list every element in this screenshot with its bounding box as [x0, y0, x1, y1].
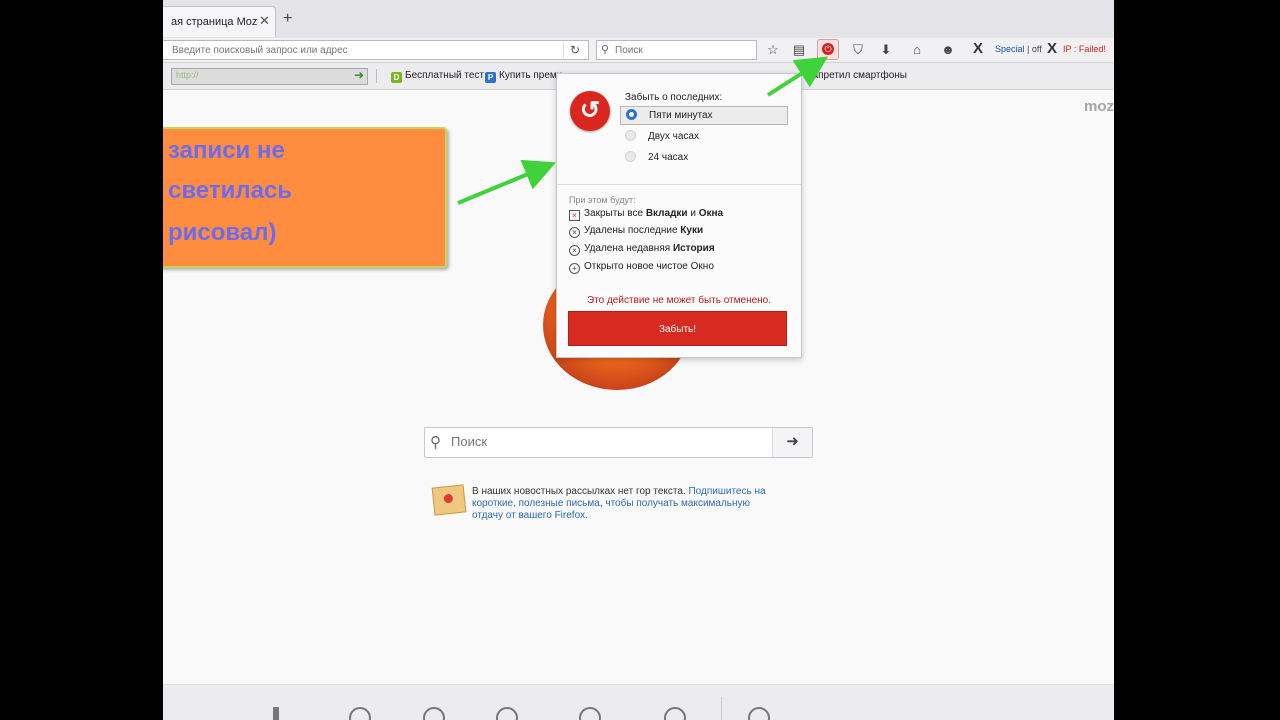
bottom-bar-icon-6[interactable] [664, 707, 686, 720]
pocket-icon[interactable]: ⛉ [848, 41, 868, 59]
result-text: Закрыты все [584, 208, 646, 219]
snippet-text: В наших новостных рассылках нет гор текс… [472, 486, 782, 522]
radio-selected[interactable] [626, 109, 637, 120]
bookmark-url-text: http:// [176, 70, 199, 80]
result-text: Удалена недавняя [584, 243, 673, 254]
tab-strip: ая страница Mozilla ... ✕ + [163, 0, 1114, 39]
close-x-icon[interactable]: X [973, 40, 983, 57]
video-overlay-note: записи не светилась рисовал) [163, 127, 447, 268]
search-input[interactable] [615, 42, 750, 58]
browser-window: ая страница Mozilla ... ✕ + ↻ ⚲ ☆ ▤ ⏻ ⛉ … [163, 0, 1114, 720]
bottom-bar-icon-1[interactable] [273, 707, 279, 720]
result-bold: Куки [680, 225, 704, 236]
snippet-body: В наших новостных рассылках нет гор текс… [472, 486, 689, 497]
result-bold: Вкладки [645, 208, 688, 219]
bookmark-buy-premium[interactable]: P Купить преми [485, 70, 562, 83]
special-off: | off [1024, 44, 1042, 54]
bookmark-label: запретил смартфоны [808, 70, 907, 81]
option-five-minutes[interactable]: Пяти минутах [620, 106, 788, 125]
results-heading: При этом будут: [569, 195, 636, 205]
overlay-line-3: рисовал) [168, 219, 277, 246]
option-label: Двух часах [648, 131, 699, 142]
option-label: Пяти минутах [649, 110, 713, 121]
option-24-hours[interactable]: 24 часах [620, 149, 786, 166]
close-window-icon: × [569, 210, 580, 221]
bottom-bar-icon-5[interactable] [579, 707, 601, 720]
reload-icon[interactable]: ↻ [563, 42, 586, 58]
result-text: Открыто новое чистое Окно [584, 261, 714, 272]
forget-panel: ↺ Забыть о последних: Пяти минутах Двух … [556, 73, 802, 358]
bookmark-label: Бесплатный тест [405, 70, 484, 81]
special-label: Special [995, 44, 1025, 54]
special-toggle[interactable]: Special | off [995, 44, 1042, 54]
home-icon[interactable]: ⌂ [907, 41, 927, 59]
close-x-icon-2[interactable]: X [1047, 40, 1057, 57]
radio[interactable] [625, 151, 636, 162]
search-go-arrow-icon[interactable]: ➜ [772, 428, 812, 457]
page-search-box[interactable]: ⚲ ➜ [424, 427, 813, 458]
go-arrow-icon[interactable]: ➜ [354, 68, 364, 82]
cookie-icon: × [569, 227, 580, 238]
bottom-toolbar [163, 684, 1114, 720]
history-icon: × [569, 245, 580, 256]
page-search-input[interactable] [451, 434, 751, 449]
result-text: и [687, 208, 699, 219]
tab-title: ая страница Mozilla ... [171, 16, 257, 28]
forget-heading: Забыть о последних: [625, 92, 723, 103]
download-icon[interactable]: ⬇ [876, 41, 896, 59]
bookmark-d-icon: D [391, 72, 402, 83]
bottom-bar-icon-2[interactable] [349, 707, 371, 720]
new-tab-button[interactable]: + [283, 10, 292, 28]
forget-button-main[interactable]: Забыть! [568, 311, 787, 346]
bottom-bar-icon-3[interactable] [423, 707, 445, 720]
bookmark-star-icon[interactable]: ☆ [763, 41, 783, 59]
navigation-bar: ↻ ⚲ ☆ ▤ ⏻ ⛉ ⬇ ⌂ ☻ X Special | off X IP :… [163, 38, 1114, 63]
result-new-window: + Открыто новое чистое Окно [569, 261, 714, 274]
result-text: Удалены последние [584, 225, 681, 236]
result-close-tabs: × Закрыты все Вкладки и Окна [569, 208, 723, 221]
option-label: 24 часах [648, 152, 689, 163]
radio[interactable] [625, 130, 636, 141]
plus-icon: + [569, 263, 580, 274]
search-icon: ⚲ [601, 44, 610, 56]
url-bar[interactable]: ↻ [163, 40, 589, 60]
result-bold: Окна [698, 208, 724, 219]
power-icon: ⏻ [822, 43, 834, 55]
bookmark-url-field[interactable]: http:// ➜ [171, 68, 368, 85]
bottom-bar-separator [721, 697, 722, 720]
forget-power-icon: ↺ [570, 91, 610, 131]
result-delete-history: × Удалена недавняя История [569, 243, 715, 256]
forget-button[interactable]: ⏻ [817, 39, 839, 60]
option-two-hours[interactable]: Двух часах [620, 128, 786, 145]
tab-close-icon[interactable]: ✕ [259, 13, 270, 29]
envelope-icon [431, 484, 467, 516]
tab-active[interactable]: ая страница Mozilla ... ✕ [163, 6, 276, 37]
bookmarks-separator [376, 69, 377, 83]
bookmark-p-icon: P [485, 72, 496, 83]
overlay-line-1: записи не [168, 137, 285, 164]
chat-icon[interactable]: ☻ [938, 41, 958, 59]
ip-status: IP : Failed! [1063, 44, 1106, 54]
bottom-bar-icon-4[interactable] [496, 707, 518, 720]
search-bar[interactable]: ⚲ [596, 40, 757, 60]
url-input[interactable] [172, 42, 552, 58]
reading-list-icon[interactable]: ▤ [789, 41, 809, 59]
result-delete-cookies: × Удалены последние Куки [569, 225, 703, 238]
panel-divider [557, 184, 801, 185]
bottom-bar-icon-7[interactable] [748, 707, 770, 720]
warning-text: Это действие не может быть отменено. [586, 295, 772, 306]
search-icon: ⚲ [430, 434, 441, 451]
result-bold: История [672, 243, 715, 254]
bookmark-free-test[interactable]: D Бесплатный тест [391, 70, 484, 83]
bookmark-label: Купить преми [499, 70, 563, 81]
brand-text: moz [1084, 98, 1114, 115]
overlay-line-2: светилась [168, 177, 293, 204]
bookmark-smartphones[interactable]: запретил смартфоны [808, 70, 907, 81]
